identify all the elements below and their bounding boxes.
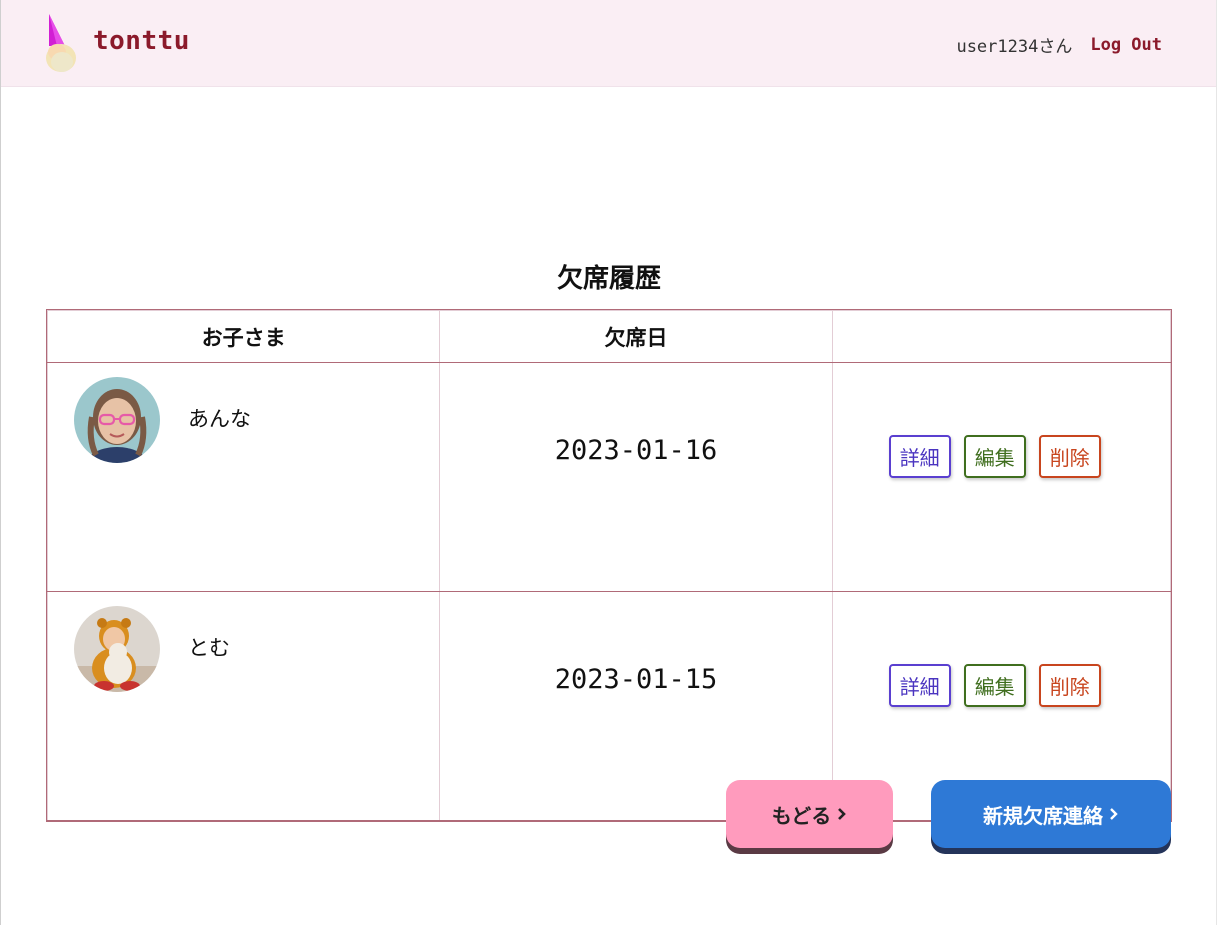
row-actions: 詳細 編集 削除 (888, 435, 1101, 478)
gnome-logo-icon[interactable] (43, 12, 85, 74)
logout-link[interactable]: Log Out (1090, 35, 1162, 55)
detail-button[interactable]: 詳細 (888, 664, 951, 707)
table-header-row: お子さま 欠席日 (46, 310, 1172, 363)
new-absence-button[interactable]: 新規欠席連絡 (931, 780, 1171, 848)
table-row: あんな 2023-01-16 詳細 編集 削除 (46, 362, 1172, 592)
column-header-actions (831, 310, 1172, 363)
app-frame: tonttu user1234さん Log Out 欠席履歴 お子さま 欠席日 (0, 0, 1217, 925)
edit-button[interactable]: 編集 (963, 435, 1026, 478)
back-button[interactable]: もどる (726, 780, 893, 848)
page-title: 欠席履歴 (556, 264, 661, 294)
child-cell: あんな (46, 362, 441, 592)
detail-button[interactable]: 詳細 (888, 435, 951, 478)
absence-date: 2023-01-16 (439, 362, 833, 592)
chevron-right-icon (838, 808, 847, 820)
chevron-right-icon (1110, 808, 1118, 820)
absence-history-table: お子さま 欠席日 あんな 2023-01-16 詳細 編集 削除 とむ 2023… (46, 309, 1172, 822)
user-area: user1234さん Log Out (956, 32, 1162, 58)
child-name: あんな (188, 407, 251, 431)
child-name: とむ (188, 636, 230, 660)
back-button-label: もどる (771, 803, 832, 828)
child-avatar (74, 606, 160, 692)
delete-button[interactable]: 削除 (1038, 664, 1101, 707)
app-name[interactable]: tonttu (93, 26, 190, 56)
child-cell: とむ (46, 591, 441, 821)
actions-cell: 詳細 編集 削除 (831, 362, 1172, 592)
row-actions: 詳細 編集 削除 (888, 664, 1101, 707)
column-header-child: お子さま (46, 310, 441, 363)
new-absence-button-label: 新規欠席連絡 (983, 803, 1103, 828)
edit-button[interactable]: 編集 (963, 664, 1026, 707)
child-avatar (74, 377, 160, 463)
delete-button[interactable]: 削除 (1038, 435, 1101, 478)
username: user1234さん (956, 37, 1073, 57)
header: tonttu user1234さん Log Out (1, 0, 1216, 87)
column-header-date: 欠席日 (439, 310, 833, 363)
